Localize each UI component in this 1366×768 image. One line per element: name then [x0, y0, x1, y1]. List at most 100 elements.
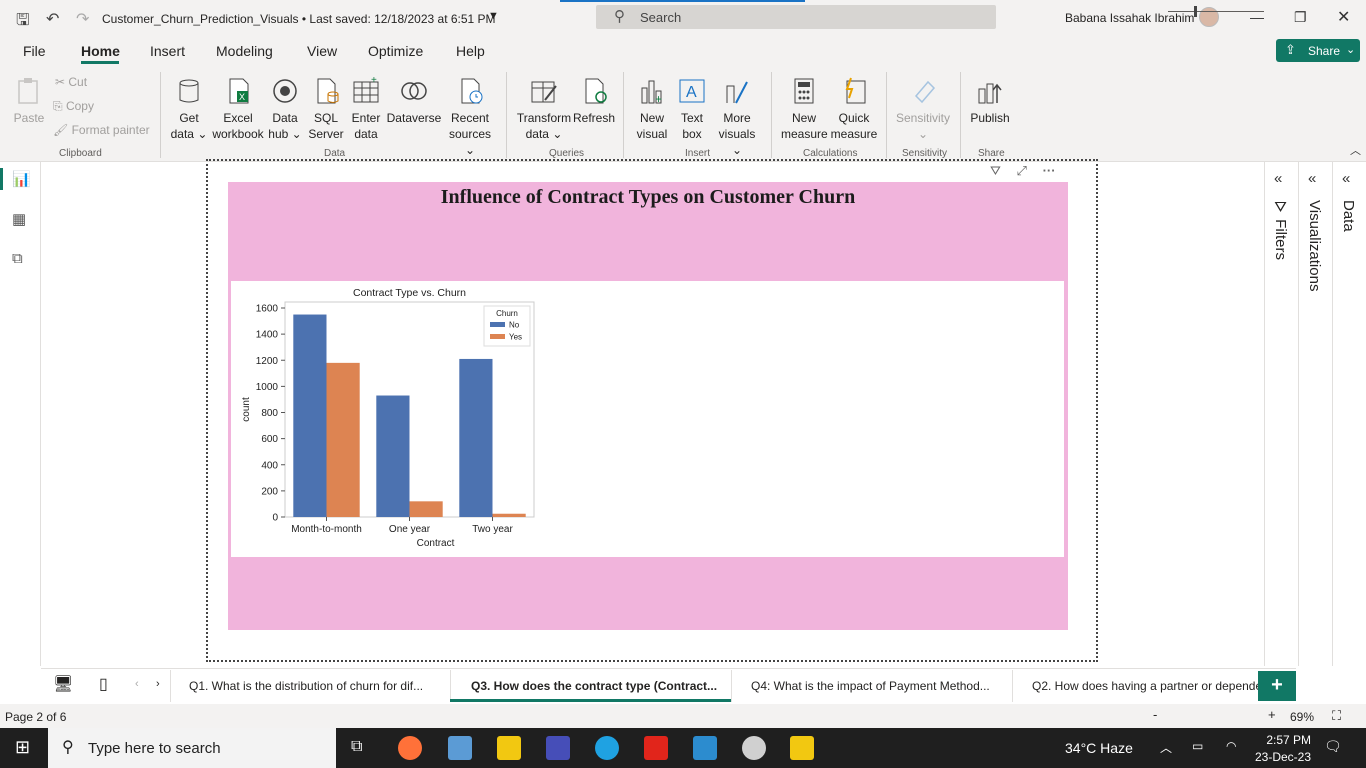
teams-icon[interactable] [546, 736, 570, 760]
sql-server-button[interactable]: SQL Server [307, 76, 345, 142]
expand-filters-icon[interactable]: « [1274, 170, 1282, 187]
redo-icon[interactable]: ↷ [76, 9, 89, 29]
wifi-icon[interactable]: ◠ [1226, 739, 1236, 753]
snipping-tool-icon[interactable] [448, 736, 472, 760]
filters-pane[interactable]: « ⛛ Filters [1264, 162, 1298, 666]
text-box-button[interactable]: A Text box [676, 76, 708, 142]
desktop-layout-icon[interactable]: 🖥 [53, 674, 73, 694]
show-hidden-icons[interactable]: ︿ [1160, 739, 1172, 756]
zoom-slider-thumb[interactable] [1194, 6, 1197, 17]
zoom-slider[interactable] [1168, 11, 1264, 12]
recent-sources-button[interactable]: Recent sources ⌄ [443, 76, 497, 158]
share-button[interactable]: ⇪ Share ⌄ [1276, 39, 1360, 62]
quick-measure-button[interactable]: Quick measure [830, 76, 878, 142]
vscode-icon[interactable] [693, 736, 717, 760]
copy-button[interactable]: ⎘ Copy [53, 99, 94, 114]
sensitivity-label: Sensitivity [895, 111, 951, 125]
visual-title: Influence of Contract Types on Customer … [440, 186, 856, 208]
tab-insert[interactable]: Insert [150, 43, 185, 59]
cut-button[interactable]: ✂ Cut [55, 75, 87, 89]
data-hub-button[interactable]: Data hub ⌄ [267, 76, 303, 142]
refresh-icon [579, 76, 609, 106]
close-button[interactable]: ✕ [1337, 7, 1350, 27]
save-icon[interactable]: 🖫 [16, 9, 30, 36]
powerbi-icon[interactable] [790, 736, 814, 760]
task-view-icon[interactable]: ⧉ [351, 738, 362, 756]
new-visual-button[interactable]: + New visual [634, 76, 670, 142]
refresh-button[interactable]: Refresh [573, 76, 615, 126]
battery-icon[interactable]: ▭ [1192, 739, 1203, 753]
zoom-level: 69% [1290, 710, 1315, 724]
undo-icon[interactable]: ↶ [46, 9, 59, 29]
sensitivity-button[interactable]: Sensitivity ⌄ [895, 76, 951, 142]
tab-view[interactable]: View [307, 43, 337, 59]
collapse-ribbon-icon[interactable]: ︿ [1350, 142, 1361, 158]
zoom-out-icon[interactable]: - [1153, 707, 1157, 722]
search-input[interactable]: ⚲ Search [596, 5, 996, 29]
bar-chart: Contract Type vs. Churn 0 200 400 600 800 1000… [241, 287, 535, 549]
more-visuals-button[interactable]: More visuals ⌄ [712, 76, 762, 158]
format-painter-button[interactable]: 🖌 Format painter [53, 123, 150, 137]
data-pane[interactable]: « Data [1332, 162, 1366, 666]
model-view-icon[interactable]: ⧉ [12, 250, 23, 267]
page-tab-q2[interactable]: Q2. How does having a partner or depende [1032, 679, 1258, 693]
file-explorer-icon[interactable] [497, 736, 521, 760]
bar-no-2 [459, 358, 493, 517]
document-title[interactable]: Customer_Churn_Prediction_Visuals • Last… [102, 12, 496, 26]
enter-data-button[interactable]: + Enter data [349, 75, 383, 142]
page-tab-q4[interactable]: Q4: What is the impact of Payment Method… [751, 679, 1001, 693]
table-view-icon[interactable]: ▦ [12, 210, 26, 228]
fit-to-page-icon[interactable]: ⛶ [1332, 708, 1341, 724]
search-placeholder: Search [640, 10, 682, 25]
windows-start-icon[interactable]: ⊞ [15, 737, 30, 758]
filters-pane-label: ⛛ Filters [1272, 200, 1289, 261]
scroll-left-icon[interactable]: ‹ [135, 678, 139, 690]
paste-button[interactable]: Paste [12, 76, 46, 126]
scroll-right-icon[interactable]: › [156, 678, 160, 690]
tab-help[interactable]: Help [456, 43, 485, 59]
tab-optimize[interactable]: Optimize [368, 43, 423, 59]
more-visuals-icon [722, 76, 752, 106]
report-view-icon[interactable]: 📊 [12, 170, 31, 188]
recent-label: Recent [450, 111, 490, 125]
get-data-button[interactable]: Get data ⌄ [170, 76, 208, 142]
clock[interactable]: 2:57 PM 23-Dec-23 [1255, 732, 1311, 766]
acrobat-icon[interactable] [644, 736, 668, 760]
chevron-down-icon[interactable]: ▼ [488, 10, 499, 22]
avatar[interactable] [1199, 7, 1219, 27]
visualizations-pane[interactable]: « Visualizations [1298, 162, 1332, 666]
group-label-data: Data [324, 148, 346, 159]
get-data-label-2: data ⌄ [170, 127, 208, 141]
mobile-layout-icon[interactable]: ▯ [99, 674, 108, 694]
firefox-icon[interactable] [398, 736, 422, 760]
edge-icon[interactable] [595, 736, 619, 760]
tab-file[interactable]: File [23, 43, 46, 59]
publish-button[interactable]: Publish [968, 76, 1012, 126]
user-name[interactable]: Babana Issahak Ibrahim [1065, 11, 1194, 25]
chatgpt-icon[interactable] [742, 736, 766, 760]
excel-workbook-button[interactable]: X Excel workbook [211, 76, 265, 142]
tab-home[interactable]: Home [81, 43, 120, 59]
page-tab-q1[interactable]: Q1. What is the distribution of churn fo… [189, 679, 437, 693]
focus-mode-icon[interactable]: ⤢ [1017, 163, 1027, 178]
restore-button[interactable]: ❐ [1294, 9, 1307, 26]
expand-visualizations-icon[interactable]: « [1308, 170, 1316, 187]
taskbar-search-input[interactable]: ⚲ Type here to search [48, 728, 336, 768]
legend-swatch-yes [490, 334, 505, 339]
page-tab-q3[interactable]: Q3. How does the contract type (Contract… [471, 679, 727, 693]
zoom-in-icon[interactable]: + [1268, 707, 1276, 722]
notifications-icon[interactable]: 🗨 [1324, 738, 1342, 755]
add-page-button[interactable]: + [1258, 671, 1296, 701]
weather-widget[interactable]: 34°C Haze [1065, 740, 1133, 756]
new-measure-button[interactable]: New measure [781, 76, 828, 142]
tab-modeling[interactable]: Modeling [216, 43, 273, 59]
legend-label-yes: Yes [509, 333, 522, 342]
transform-data-button[interactable]: Transform data ⌄ [515, 76, 573, 142]
sql-label-2: Server [308, 127, 344, 141]
table-icon: + [351, 75, 381, 106]
bar-yes-1 [409, 501, 443, 517]
filter-icon[interactable]: ⛛ [990, 163, 1001, 178]
expand-data-icon[interactable]: « [1342, 170, 1350, 187]
more-options-icon[interactable]: ··· [1043, 163, 1056, 178]
dataverse-button[interactable]: Dataverse [386, 76, 442, 126]
